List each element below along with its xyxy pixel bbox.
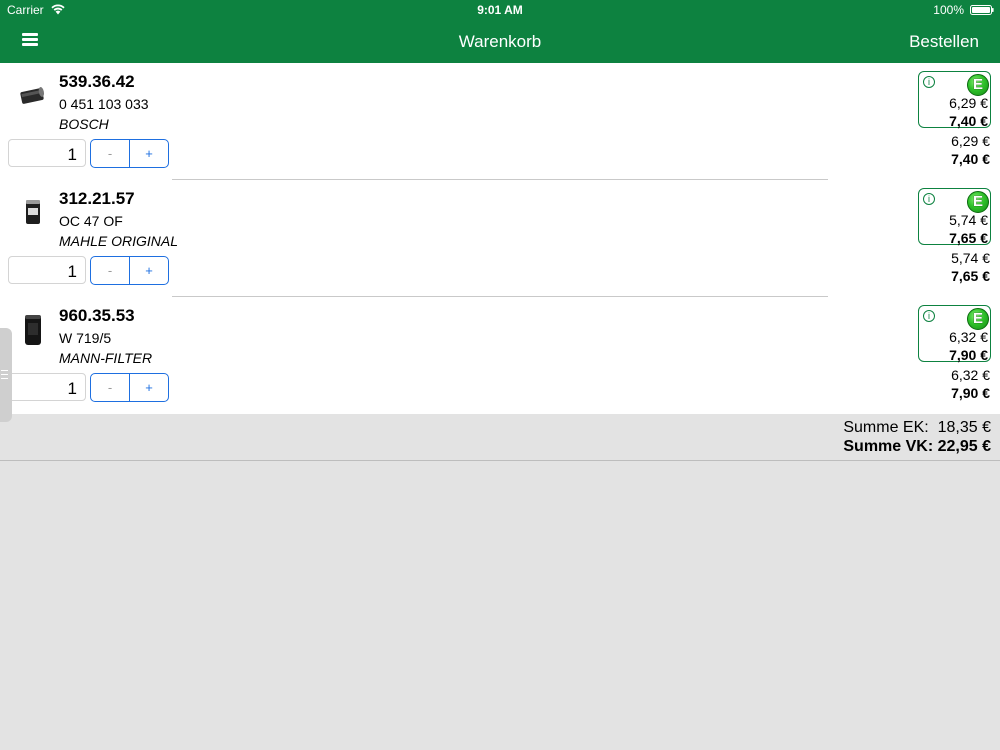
cart-item[interactable]: 312.21.57 OC 47 OF MAHLE ORIGINAL 1 - + … bbox=[0, 180, 1000, 297]
article-number: 312.21.57 bbox=[59, 189, 135, 208]
sales-price: 7,90 € bbox=[949, 347, 988, 363]
page-title: Warenkorb bbox=[458, 32, 542, 51]
battery-icon bbox=[970, 5, 994, 15]
article-number: 960.35.53 bbox=[59, 306, 135, 325]
line-sales-price: 7,65 € bbox=[951, 268, 990, 284]
brand-name: MAHLE ORIGINAL bbox=[59, 233, 179, 249]
article-number: 539.36.42 bbox=[59, 72, 135, 91]
brand-name: MANN-FILTER bbox=[59, 350, 153, 366]
decrement-button[interactable]: - bbox=[91, 257, 130, 284]
availability-badge: E bbox=[967, 74, 989, 96]
quantity-field[interactable]: 1 bbox=[8, 139, 86, 167]
status-time: 9:01 AM bbox=[477, 3, 523, 17]
line-purchase-price: 6,29 € bbox=[951, 133, 990, 149]
quantity-stepper[interactable]: - + bbox=[90, 256, 169, 285]
decrement-button[interactable]: - bbox=[91, 374, 130, 401]
purchase-price: 6,29 € bbox=[949, 95, 988, 111]
navigation-bar: Warenkorb Bestellen bbox=[0, 20, 1000, 63]
status-bar: Carrier 9:01 AM 100% bbox=[0, 0, 1000, 20]
info-icon[interactable]: i bbox=[923, 193, 935, 205]
increment-button[interactable]: + bbox=[130, 140, 168, 167]
app-header: Carrier 9:01 AM 100% Warenkorb Bestellen bbox=[0, 0, 1000, 63]
cart-item[interactable]: 539.36.42 0 451 103 033 BOSCH 1 - + i E … bbox=[0, 63, 1000, 180]
cart-list: 539.36.42 0 451 103 033 BOSCH 1 - + i E … bbox=[0, 63, 1000, 414]
quantity-stepper[interactable]: - + bbox=[90, 373, 169, 402]
side-drawer-handle[interactable] bbox=[0, 328, 12, 422]
quantity-field[interactable]: 1 bbox=[8, 373, 86, 401]
total-sales-price: Summe VK: 22,95 € bbox=[843, 438, 991, 455]
price-box[interactable]: i E 6,32 € 7,90 € bbox=[918, 305, 991, 363]
line-sales-price: 7,40 € bbox=[951, 151, 990, 167]
info-icon[interactable]: i bbox=[923, 76, 935, 88]
availability-badge: E bbox=[967, 191, 989, 213]
line-purchase-price: 5,74 € bbox=[951, 250, 990, 266]
line-purchase-price: 6,32 € bbox=[951, 367, 990, 383]
increment-button[interactable]: + bbox=[130, 257, 168, 284]
oe-number: 0 451 103 033 bbox=[59, 96, 149, 112]
sales-price: 7,65 € bbox=[949, 230, 988, 246]
brand-name: BOSCH bbox=[59, 116, 109, 132]
cart-totals: Summe EK: 18,35 € Summe VK: 22,95 € bbox=[0, 414, 1000, 461]
availability-badge: E bbox=[967, 308, 989, 330]
quantity-stepper[interactable]: - + bbox=[90, 139, 169, 168]
sales-price: 7,40 € bbox=[949, 113, 988, 129]
cart-item[interactable]: 960.35.53 W 719/5 MANN-FILTER 1 - + i E … bbox=[0, 297, 1000, 414]
oe-number: OC 47 OF bbox=[59, 213, 123, 229]
info-icon[interactable]: i bbox=[923, 310, 935, 322]
order-button[interactable]: Bestellen bbox=[909, 32, 979, 52]
price-box[interactable]: i E 5,74 € 7,65 € bbox=[918, 188, 991, 246]
battery-percent: 100% bbox=[933, 3, 964, 17]
product-image bbox=[26, 200, 40, 224]
purchase-price: 6,32 € bbox=[949, 329, 988, 345]
increment-button[interactable]: + bbox=[130, 374, 168, 401]
oe-number: W 719/5 bbox=[59, 330, 112, 346]
price-box[interactable]: i E 6,29 € 7,40 € bbox=[918, 71, 991, 129]
total-purchase-price: Summe EK: 18,35 € bbox=[843, 419, 991, 436]
product-image bbox=[20, 87, 45, 104]
quantity-field[interactable]: 1 bbox=[8, 256, 86, 284]
product-image bbox=[25, 315, 41, 345]
line-sales-price: 7,90 € bbox=[951, 385, 990, 401]
purchase-price: 5,74 € bbox=[949, 212, 988, 228]
decrement-button[interactable]: - bbox=[91, 140, 130, 167]
